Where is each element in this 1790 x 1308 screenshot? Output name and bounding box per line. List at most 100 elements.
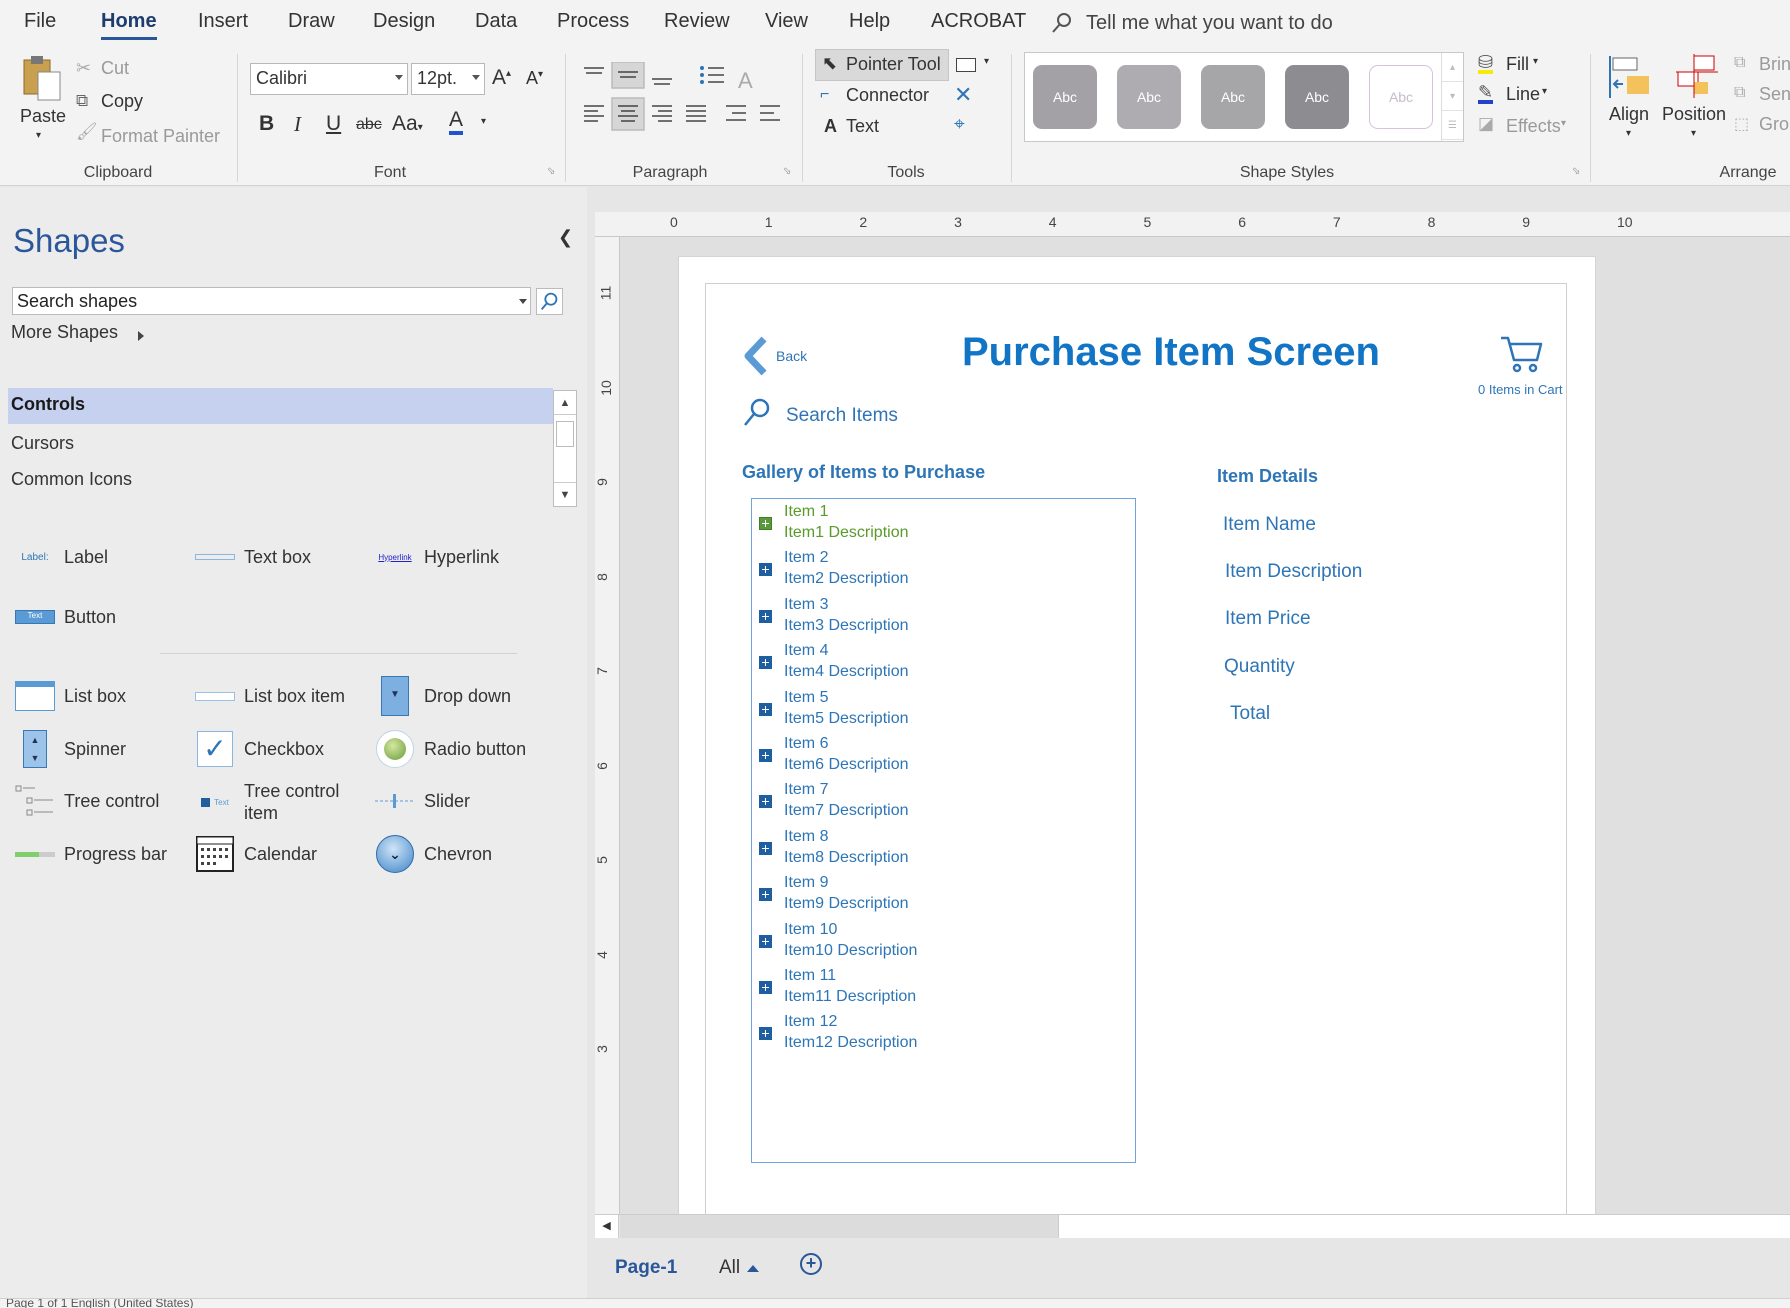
search-items-input[interactable]: Search Items (786, 405, 898, 427)
fill-button[interactable]: Fill (1506, 54, 1529, 75)
chevron-down-icon[interactable]: ▾ (1442, 82, 1463, 111)
tell-me-input[interactable]: Tell me what you want to do (1086, 12, 1333, 35)
connector-button[interactable]: Connector (846, 85, 929, 106)
tab-all-pages[interactable]: All (719, 1257, 740, 1279)
connection-point-icon[interactable]: ⌖ (954, 114, 965, 136)
menu-home[interactable]: Home (101, 10, 157, 40)
position-icon[interactable] (1672, 52, 1722, 100)
expand-icon[interactable] (759, 1027, 772, 1041)
shape-tree-control[interactable]: Tree control (14, 780, 159, 822)
stencil-list-scrollbar[interactable]: ▲ ▼ (553, 390, 577, 507)
expand-icon[interactable] (759, 702, 772, 716)
position-button[interactable]: Position (1662, 104, 1726, 125)
font-size-select[interactable]: 12pt. (411, 63, 485, 95)
paste-icon[interactable] (18, 54, 64, 104)
align-icon[interactable] (1607, 54, 1653, 100)
menu-review[interactable]: Review (664, 10, 730, 33)
search-icon[interactable] (536, 288, 563, 315)
chevron-up-icon[interactable]: ▴ (1442, 53, 1463, 82)
chevron-down-icon[interactable] (519, 299, 527, 304)
chevron-down-icon[interactable]: ▾ (1691, 128, 1696, 139)
group-button[interactable]: Gro (1759, 114, 1789, 135)
chevron-down-icon[interactable]: ▼ (554, 482, 576, 506)
pointer-tool-button[interactable]: Pointer Tool (846, 54, 941, 75)
stencil-cursors[interactable]: Cursors (11, 433, 74, 454)
effects-button[interactable]: Effects (1506, 116, 1561, 137)
shape-list-box[interactable]: List box (14, 675, 126, 717)
search-shapes-input[interactable]: Search shapes (12, 287, 531, 315)
gallery-scroll[interactable]: ▴ ▾ ☰ (1441, 53, 1463, 141)
bring-forward-button[interactable]: Brin (1759, 54, 1790, 75)
gallery-item[interactable]: Item 3 Item3 Description (752, 596, 1135, 646)
shape-label[interactable]: Label: Label (14, 536, 108, 578)
gallery-item[interactable]: Item 11 Item11 Description (752, 967, 1135, 1017)
style-swatch-1[interactable]: Abc (1033, 65, 1097, 129)
gallery-item[interactable]: Item 5 Item5 Description (752, 689, 1135, 739)
gallery-item[interactable]: Item 12 Item12 Description (752, 1013, 1135, 1063)
drawing-canvas[interactable]: Back Purchase Item Screen 0 Items in Car… (620, 237, 1790, 1214)
italic-button[interactable]: I (294, 112, 301, 137)
horizontal-scrollbar[interactable]: ◀ (595, 1214, 1790, 1238)
shape-tree-control-item[interactable]: Text Tree control item (194, 780, 354, 824)
shrink-font-icon[interactable]: A▾ (526, 68, 543, 89)
close-icon[interactable]: ✕ (954, 82, 972, 108)
copy-button[interactable]: Copy (101, 91, 143, 112)
cut-button[interactable]: Cut (101, 58, 129, 79)
menu-help[interactable]: Help (849, 10, 890, 33)
expand-icon[interactable] (759, 841, 772, 855)
format-painter-button[interactable]: Format Painter (101, 126, 220, 147)
bold-button[interactable]: B (259, 112, 274, 136)
shape-hyperlink[interactable]: Hyperlink Hyperlink (374, 536, 499, 578)
gallery-item[interactable]: Item 10 Item10 Description (752, 921, 1135, 971)
shape-chevron[interactable]: ⌄ Chevron (374, 833, 492, 875)
chevron-down-icon[interactable]: ▾ (1561, 118, 1566, 129)
chevron-down-icon[interactable]: ▾ (481, 116, 486, 127)
expand-icon[interactable] (759, 888, 772, 902)
shape-calendar[interactable]: Calendar (194, 833, 317, 875)
menu-process[interactable]: Process (557, 10, 629, 33)
cart-icon[interactable] (1499, 334, 1543, 374)
line-button[interactable]: Line (1506, 84, 1540, 105)
shape-drop-down[interactable]: ▼ Drop down (374, 675, 511, 717)
shape-slider[interactable]: Slider (374, 780, 470, 822)
shape-button[interactable]: Text Button (14, 596, 116, 638)
scroll-track[interactable] (1058, 1215, 1790, 1238)
underline-button[interactable]: U (326, 112, 341, 136)
scroll-thumb[interactable] (620, 1215, 1058, 1238)
style-swatch-3[interactable]: Abc (1201, 65, 1265, 129)
gallery-list[interactable]: Item 1 Item1 Description Item 2 Item2 Descr… (751, 498, 1136, 1163)
align-button[interactable]: Align (1609, 104, 1649, 125)
chevron-down-icon[interactable]: ▾ (1542, 86, 1547, 97)
send-backward-button[interactable]: Sen (1759, 84, 1790, 105)
style-swatch-2[interactable]: Abc (1117, 65, 1181, 129)
chevron-up-icon[interactable]: ▲ (554, 391, 576, 415)
tab-page-1[interactable]: Page-1 (615, 1257, 677, 1279)
paragraph-align-icons[interactable]: A (580, 62, 790, 142)
gallery-item[interactable]: Item 6 Item6 Description (752, 735, 1135, 785)
menu-data[interactable]: Data (475, 10, 517, 33)
mockup-frame[interactable]: Back Purchase Item Screen 0 Items in Car… (705, 283, 1567, 1214)
scroll-thumb[interactable] (556, 421, 574, 447)
menu-file[interactable]: File (24, 10, 56, 33)
gallery-item[interactable]: Item 8 Item8 Description (752, 828, 1135, 878)
expand-icon[interactable] (759, 749, 772, 762)
chevron-down-icon[interactable]: ▾ (36, 130, 41, 141)
style-swatch-4[interactable]: Abc (1285, 65, 1349, 129)
shape-list-box-item[interactable]: List box item (194, 675, 345, 717)
rectangle-icon[interactable] (956, 58, 976, 72)
grow-font-icon[interactable]: A▴ (492, 66, 511, 90)
strikethrough-button[interactable]: abc (356, 116, 382, 134)
back-button-label[interactable]: Back (776, 348, 807, 364)
expand-icon[interactable] (759, 934, 772, 948)
menu-acrobat[interactable]: ACROBAT (931, 10, 1026, 33)
expand-icon[interactable] (759, 609, 772, 623)
chevron-left-icon[interactable]: ◀ (595, 1215, 619, 1238)
stencil-common-icons[interactable]: Common Icons (11, 469, 132, 490)
font-color-button[interactable]: A (449, 109, 464, 135)
chevron-up-icon[interactable] (747, 1265, 759, 1272)
gallery-item[interactable]: Item 9 Item9 Description (752, 874, 1135, 924)
menu-design[interactable]: Design (373, 10, 435, 33)
expand-icon[interactable] (759, 563, 772, 577)
chevron-down-icon[interactable]: ▾ (1533, 56, 1538, 67)
menu-insert[interactable]: Insert (198, 10, 248, 33)
